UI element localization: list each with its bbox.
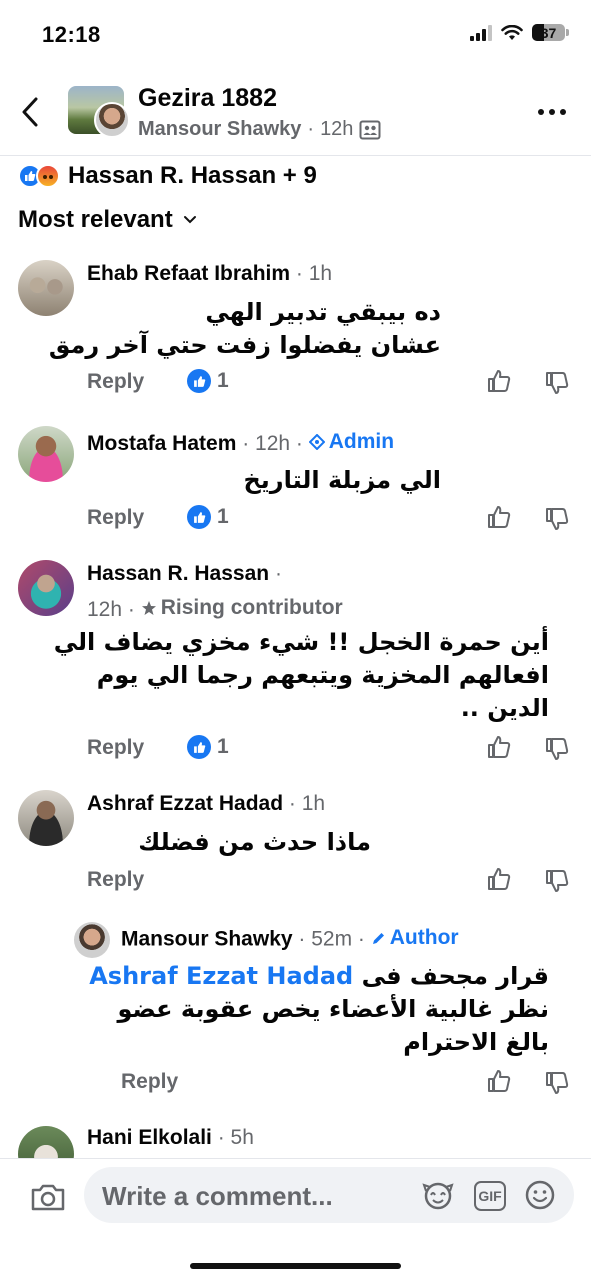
commenter-name[interactable]: Hani Elkolali · 5h — [87, 1126, 254, 1150]
comment-composer: Write a comment... GIF — [0, 1158, 591, 1280]
battery-level: 37 — [540, 24, 557, 41]
status-icons: 37 — [470, 24, 569, 41]
status-time: 12:18 — [42, 22, 101, 47]
group-name[interactable]: Gezira 1882 — [138, 84, 277, 113]
comment-time: · 12h · — [242, 432, 303, 455]
cellular-signal-icon — [470, 24, 492, 41]
reply-button[interactable]: Reply — [87, 736, 144, 760]
chevron-left-icon — [22, 97, 38, 127]
comment-text: الي مزبلة التاريخ — [243, 466, 441, 494]
post-header: Gezira 1882 Mansour Shawky · 12h — [0, 70, 591, 156]
upvote-icon[interactable] — [486, 1068, 512, 1094]
audience-members-icon — [359, 120, 381, 139]
admin-diamond-icon — [308, 434, 325, 450]
back-button[interactable] — [20, 92, 50, 132]
admin-badge: Admin — [308, 430, 394, 454]
avatar-sticker-icon[interactable] — [422, 1181, 454, 1211]
comment-item: Ehab Refaat Ibrahim · 1h ده بيبقي تدبير … — [0, 256, 591, 406]
reactions-names: Hassan R. Hassan + 9 — [68, 162, 317, 189]
reply-button[interactable]: Reply — [87, 506, 144, 530]
post-time: 12h — [320, 118, 354, 140]
angry-reaction-icon — [36, 164, 60, 188]
more-options-button[interactable] — [535, 100, 569, 124]
author-avatar — [94, 102, 130, 138]
comment-text: ماذا حدث من فضلك — [138, 828, 371, 856]
chevron-down-icon — [183, 216, 196, 224]
reply-button[interactable]: Reply — [87, 370, 144, 394]
commenter-name[interactable]: Mostafa Hatem · 12h · Admin — [87, 430, 394, 456]
comment-like-count[interactable]: 1 — [187, 735, 229, 759]
comment-like-count[interactable]: 1 — [187, 369, 229, 393]
comment-text: أين حمرة الخجل !! شيء مخزي يضاف الي افعا… — [53, 628, 549, 722]
commenter-name[interactable]: Ehab Refaat Ibrahim · 1h — [87, 262, 332, 286]
reactions-summary[interactable]: Hassan R. Hassan + 9 — [18, 160, 317, 192]
comment-like-count[interactable]: 1 — [187, 505, 229, 529]
wifi-icon — [501, 24, 523, 40]
status-bar: 12:18 37 — [0, 0, 591, 70]
upvote-icon[interactable] — [486, 734, 512, 760]
home-indicator — [190, 1263, 401, 1269]
gif-button[interactable]: GIF — [474, 1181, 506, 1211]
star-icon — [141, 601, 156, 615]
upvote-icon[interactable] — [486, 368, 512, 394]
post-author-line: Mansour Shawky · 12h — [138, 118, 381, 141]
comment-time: 12h · — [87, 598, 135, 621]
upvote-icon[interactable] — [486, 504, 512, 530]
separator: · — [307, 118, 315, 140]
comment-time: · 1h — [295, 262, 333, 285]
comment-input-placeholder: Write a comment... — [102, 1181, 333, 1211]
commenter-name[interactable]: Hassan R. Hassan · — [87, 562, 282, 586]
downvote-icon[interactable] — [544, 868, 570, 894]
downvote-icon[interactable] — [544, 506, 570, 532]
author-badge: Author — [371, 926, 459, 950]
sort-label: Most relevant — [18, 206, 173, 233]
comment-time: · 5h — [217, 1126, 254, 1149]
upvote-icon[interactable] — [486, 866, 512, 892]
comment-time: · 52m · — [298, 927, 365, 951]
rising-contributor-badge: Rising contributor — [141, 596, 343, 620]
reply-button[interactable]: Reply — [121, 1070, 178, 1094]
downvote-icon[interactable] — [544, 1070, 570, 1096]
comment-item: Mostafa Hatem · 12h · Admin الي مزبلة ال… — [0, 424, 591, 544]
emoji-icon[interactable] — [524, 1179, 556, 1211]
comment-text: قرار مجحف فى Ashraf Ezzat Hadad نظر غالب… — [89, 962, 549, 1056]
battery-icon: 37 — [532, 24, 569, 41]
downvote-icon[interactable] — [544, 736, 570, 762]
comment-time: · 1h — [288, 792, 326, 815]
commenter-avatar[interactable] — [18, 1126, 74, 1158]
reply-button[interactable]: Reply — [87, 868, 144, 892]
commenter-name[interactable]: Ashraf Ezzat Hadad · 1h — [87, 792, 325, 816]
pencil-icon — [372, 932, 384, 944]
reply-item: Mansour Shawky · 52m · Author قرار مجحف … — [0, 922, 591, 1102]
commenter-avatar[interactable] — [18, 560, 74, 616]
camera-icon[interactable] — [30, 1181, 66, 1213]
commenter-avatar[interactable] — [74, 922, 110, 958]
comment-item: Ashraf Ezzat Hadad · 1h ماذا حدث من فضلك… — [0, 788, 591, 898]
comment-item: Hani Elkolali · 5h — [0, 1122, 591, 1158]
commenter-name[interactable]: Mansour Shawky · 52m · Author — [121, 926, 459, 952]
comment-meta-line: 12h · Rising contributor — [87, 596, 343, 622]
mention-link[interactable]: Ashraf Ezzat Hadad — [89, 962, 353, 990]
comment-text: ده بيبقي تدبير الهي عشان يفضلوا زفت حتي … — [48, 298, 441, 359]
comment-input[interactable]: Write a comment... GIF — [84, 1167, 574, 1223]
commenter-avatar[interactable] — [18, 426, 74, 482]
group-avatar[interactable] — [68, 86, 130, 138]
comment-item: Hassan R. Hassan · 12h · Rising contribu… — [0, 558, 591, 778]
like-reaction-icon — [187, 505, 211, 529]
downvote-icon[interactable] — [544, 370, 570, 396]
comment-sort-dropdown[interactable]: Most relevant — [18, 206, 197, 234]
commenter-avatar[interactable] — [18, 790, 74, 846]
like-reaction-icon — [187, 369, 211, 393]
like-reaction-icon — [187, 735, 211, 759]
post-author[interactable]: Mansour Shawky — [138, 118, 301, 141]
reaction-icons — [18, 164, 60, 188]
